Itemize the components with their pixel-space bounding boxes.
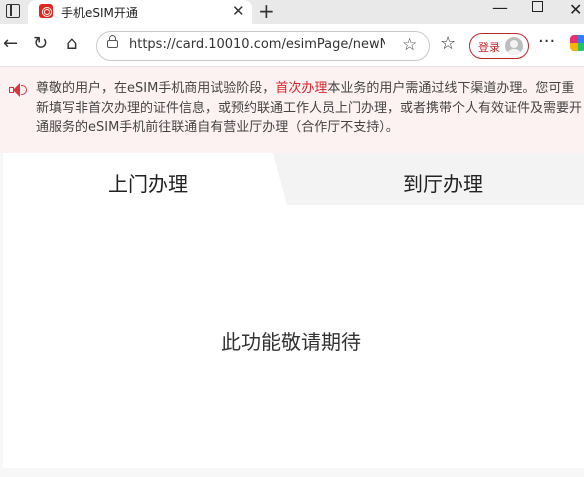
favorites-icon[interactable]: ☆ [440,34,456,54]
browser-toolbar: ← ↻ ⌂ https://card.10010.com/esimPage/ne… [0,24,584,67]
login-button[interactable]: 登录 [469,33,529,59]
url-text[interactable]: https://card.10010.com/esimPage/newNumH.… [129,37,385,52]
browser-tab[interactable]: 手机eSIM开通 ✕ [28,0,252,24]
notice-text-before: 尊敬的用户，在eSIM手机商用试验阶段， [36,81,276,96]
content-panel: 此功能敬请期待 [3,205,584,468]
unicom-favicon-icon [39,4,53,18]
window-close-button[interactable]: ✕ [569,0,582,19]
address-bar[interactable]: https://card.10010.com/esimPage/newNumH.… [96,31,430,61]
reload-icon[interactable]: ↻ [33,34,48,54]
speaker-icon [9,83,27,97]
browser-tab-strip: 手机eSIM开通 ✕ + — ✕ [0,0,584,24]
window-maximize-button[interactable] [532,1,543,12]
notice-highlight: 首次办理 [275,81,328,96]
service-tabs: 上门办理 到厅办理 [3,153,584,205]
back-arrow-icon[interactable]: ← [3,34,18,54]
coming-soon-message: 此功能敬请期待 [221,330,361,354]
browser-tab-title: 手机eSIM开通 [61,6,138,20]
more-icon[interactable]: ··· [538,32,555,52]
home-icon[interactable]: ⌂ [66,34,77,54]
notice-banner: 尊敬的用户，在eSIM手机商用试验阶段，首次办理本业务的用户需通过线下渠道办理。… [0,67,584,153]
tab-close-icon[interactable]: ✕ [232,2,245,20]
new-tab-button[interactable]: + [258,0,275,23]
star-icon[interactable]: ☆ [402,35,417,55]
window-minimize-button[interactable]: — [492,0,508,17]
tab-label: 到厅办理 [403,172,483,196]
tab-actions-icon[interactable] [6,4,20,18]
notice-text: 尊敬的用户，在eSIM手机商用试验阶段，首次办理本业务的用户需通过线下渠道办理。… [36,79,584,138]
tab-store-service[interactable]: 到厅办理 [273,153,584,205]
login-label: 登录 [478,41,500,54]
tab-door-service[interactable]: 上门办理 [3,153,287,205]
lock-icon[interactable] [107,35,118,48]
avatar [505,37,523,55]
copilot-icon[interactable] [570,35,584,51]
tab-label: 上门办理 [108,172,188,196]
